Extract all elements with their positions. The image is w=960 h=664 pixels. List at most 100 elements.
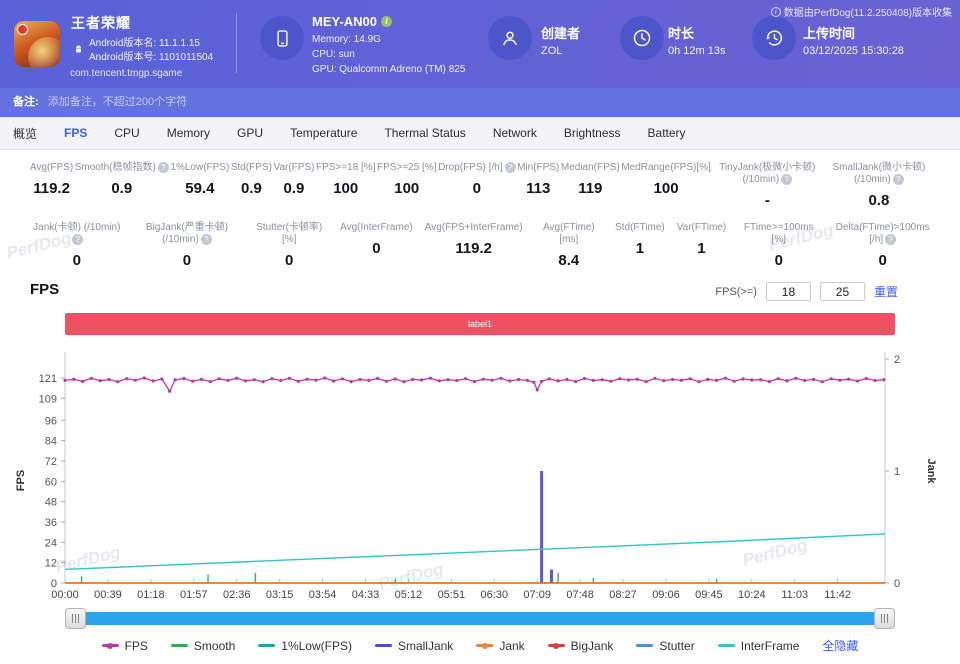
svg-text:00:39: 00:39 bbox=[94, 589, 122, 601]
stat-value: 100 bbox=[316, 180, 375, 197]
stat-smooth: Smooth(稳帧指数)?0.9 bbox=[75, 162, 169, 209]
tab-idx0[interactable]: 概览 bbox=[13, 125, 37, 142]
legend-label: 1%Low(FPS) bbox=[281, 639, 352, 653]
remark-placeholder: 添加备注，不超过200个字符 bbox=[48, 96, 187, 108]
collect-note: i 数据由PerfDog(11.2.250408)版本收集 bbox=[771, 4, 952, 19]
tab-gpu[interactable]: GPU bbox=[237, 126, 263, 140]
device-name: MEY-AN00i bbox=[312, 14, 392, 29]
svg-text:05:51: 05:51 bbox=[438, 589, 466, 601]
scrollbar-right-handle[interactable] bbox=[874, 608, 895, 629]
tab-brightness[interactable]: Brightness bbox=[564, 126, 621, 140]
legend-marker bbox=[102, 644, 119, 647]
remark-bar[interactable]: 备注: 添加备注，不超过200个字符 bbox=[0, 88, 960, 117]
tab-battery[interactable]: Battery bbox=[648, 126, 686, 140]
legend-label: InterFrame bbox=[741, 639, 800, 653]
stat-avg-interframe: Avg(InterFrame)0 bbox=[340, 222, 413, 269]
help-icon[interactable]: ? bbox=[781, 174, 792, 185]
stats-row-2: Jank(卡顿) (/10min)? 0 BigJank(严重卡顿) (/10min… bbox=[0, 222, 960, 269]
stat-label: Median(FPS) bbox=[561, 162, 620, 174]
chart-range-scrollbar bbox=[65, 608, 895, 630]
help-icon[interactable]: ? bbox=[158, 162, 169, 173]
series-smooth bbox=[82, 573, 717, 583]
svg-text:60: 60 bbox=[45, 476, 57, 488]
stat-label: Avg(FPS) bbox=[30, 162, 73, 174]
stat-value: 0 bbox=[438, 180, 515, 197]
fps-threshold-input-2[interactable] bbox=[820, 282, 865, 301]
device-memory: Memory: 14.9G bbox=[312, 34, 381, 45]
stat-value: 119.2 bbox=[425, 240, 523, 257]
legend-item-interframe[interactable]: InterFrame bbox=[718, 639, 800, 653]
stat-value: 1 bbox=[677, 240, 726, 257]
tab-thermal-status[interactable]: Thermal Status bbox=[384, 126, 465, 140]
device-info-icon[interactable]: i bbox=[381, 16, 392, 27]
tab-temperature[interactable]: Temperature bbox=[290, 126, 357, 140]
stat-label: Drop(FPS) [/h]? bbox=[438, 162, 515, 174]
series-fps bbox=[63, 376, 885, 392]
header-divider bbox=[236, 13, 237, 73]
legend-item-jank[interactable]: Jank bbox=[476, 639, 524, 653]
stat-value: 113 bbox=[517, 180, 559, 197]
stat-label: BigJank(严重卡顿) (/10min)? bbox=[136, 222, 239, 246]
stat-fps-18-%: FPS>=18 [%]100 bbox=[316, 162, 375, 209]
legend-item-smalljank[interactable]: SmallJank bbox=[375, 639, 453, 653]
device-gpu: GPU: Qualcomm Adreno (TM) 825 bbox=[312, 64, 465, 75]
tab-cpu[interactable]: CPU bbox=[114, 126, 139, 140]
reset-button[interactable]: 重置 bbox=[874, 283, 898, 300]
duration-icon bbox=[620, 16, 664, 60]
stat-value: 0 bbox=[738, 252, 819, 269]
creator-icon bbox=[488, 16, 532, 60]
stat-label: SmallJank(微小卡顿) (/10min)? bbox=[824, 162, 934, 186]
upload-time-label: 上传时间 bbox=[803, 23, 855, 42]
hide-all-link[interactable]: 全隐藏 bbox=[822, 637, 858, 654]
scrollbar-left-handle[interactable] bbox=[65, 608, 86, 629]
svg-text:121: 121 bbox=[39, 373, 57, 385]
legend-label: Jank bbox=[499, 639, 524, 653]
stat-value: - bbox=[712, 192, 822, 209]
tab-bar: 概览 FPS CPU Memory GPU Temperature Thermal Stat… bbox=[0, 117, 960, 150]
stat-label: Jank(卡顿) (/10min)? bbox=[30, 222, 124, 246]
help-icon[interactable]: ? bbox=[505, 162, 516, 173]
svg-text:04:33: 04:33 bbox=[352, 589, 380, 601]
stat-tinyjank-10min: TinyJank(极微小卡顿) (/10min)?- bbox=[712, 162, 822, 209]
svg-text:0: 0 bbox=[894, 578, 900, 590]
svg-text:05:12: 05:12 bbox=[395, 589, 423, 601]
legend-item-1%low-fps[interactable]: 1%Low(FPS) bbox=[258, 639, 352, 653]
svg-text:11:03: 11:03 bbox=[781, 589, 808, 601]
stat-label: Var(FPS) bbox=[274, 162, 315, 174]
svg-text:10:24: 10:24 bbox=[738, 589, 766, 601]
android-version-code: Android版本号: 1101011504 bbox=[89, 51, 213, 65]
stat-std-ftime: Std(FTime)1 bbox=[615, 222, 665, 269]
stat-value: 100 bbox=[377, 180, 436, 197]
help-icon[interactable]: ? bbox=[72, 234, 83, 245]
tab-fps[interactable]: FPS bbox=[64, 126, 87, 140]
legend-label: Stutter bbox=[659, 639, 694, 653]
legend-item-fps[interactable]: FPS bbox=[102, 639, 148, 653]
stat-jank-10min: Jank(卡顿) (/10min)? 0 bbox=[30, 222, 124, 269]
svg-text:109: 109 bbox=[39, 393, 57, 405]
legend-item-stutter[interactable]: Stutter bbox=[636, 639, 694, 653]
scrollbar-track[interactable] bbox=[65, 612, 895, 625]
svg-text:06:30: 06:30 bbox=[480, 589, 508, 601]
tab-network[interactable]: Network bbox=[493, 126, 537, 140]
legend-item-smooth[interactable]: Smooth bbox=[171, 639, 235, 653]
legend-label: FPS bbox=[125, 639, 148, 653]
app-icon bbox=[14, 21, 60, 67]
device-cpu: CPU: sun bbox=[312, 49, 355, 60]
help-icon[interactable]: ? bbox=[893, 174, 904, 185]
help-icon[interactable]: ? bbox=[201, 234, 212, 245]
stat-value: 0 bbox=[340, 240, 413, 257]
stat-value: 59.4 bbox=[170, 180, 229, 197]
svg-text:36: 36 bbox=[45, 517, 57, 529]
help-icon[interactable]: ? bbox=[885, 234, 896, 245]
svg-text:01:18: 01:18 bbox=[137, 589, 165, 601]
stat-value: 0 bbox=[30, 252, 124, 269]
fps-threshold-input-1[interactable] bbox=[766, 282, 811, 301]
legend-label: Smooth bbox=[194, 639, 235, 653]
stat-value: 100 bbox=[621, 180, 710, 197]
legend-item-bigjank[interactable]: BigJank bbox=[548, 639, 614, 653]
tab-memory[interactable]: Memory bbox=[167, 126, 210, 140]
stat-drop-fps-h: Drop(FPS) [/h]? 0 bbox=[438, 162, 515, 209]
perfdog-report-page: 王者荣耀 Android版本名: 11.1.1.15 Android版本号: 1… bbox=[0, 0, 960, 664]
svg-text:09:45: 09:45 bbox=[695, 589, 723, 601]
svg-text:07:09: 07:09 bbox=[523, 589, 551, 601]
